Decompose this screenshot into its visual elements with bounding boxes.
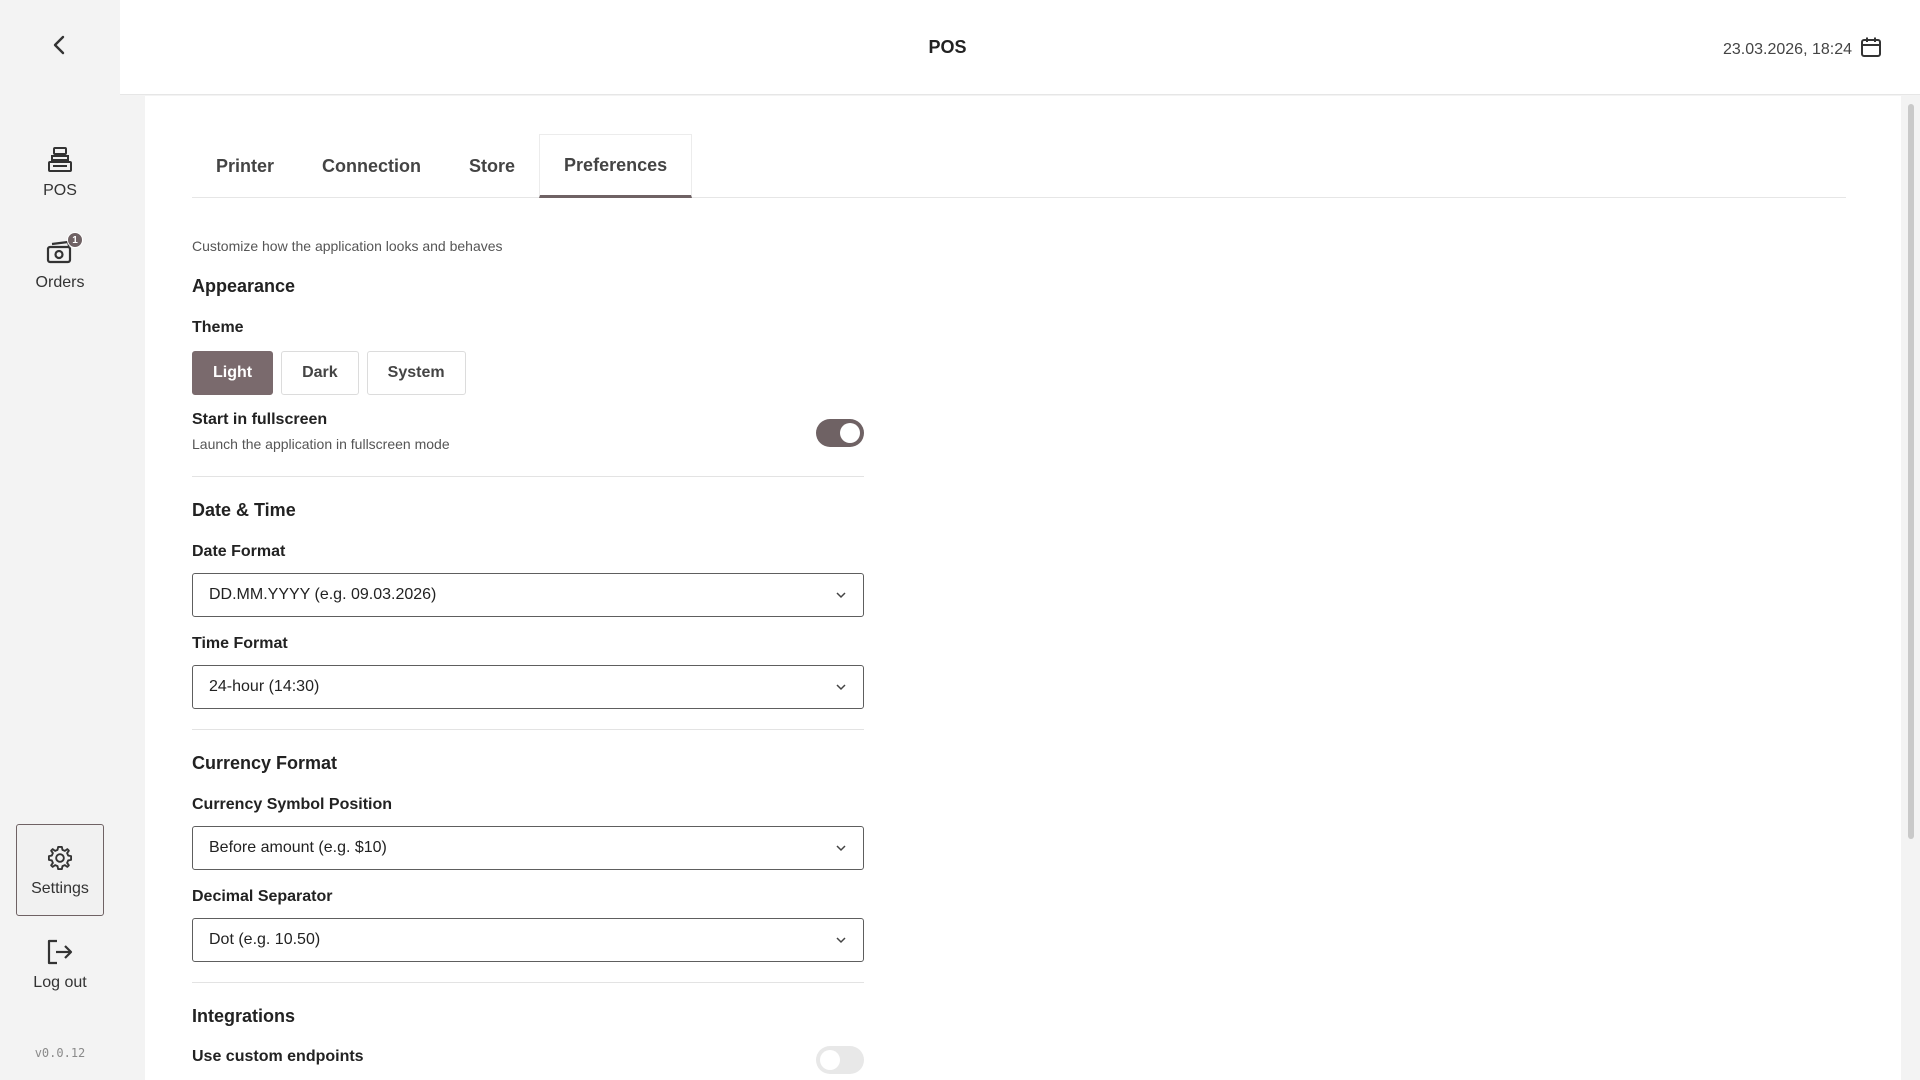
fullscreen-label: Start in fullscreen — [192, 411, 328, 428]
page-title: POS — [928, 37, 967, 57]
section-title-integrations: Integrations — [192, 1006, 296, 1026]
section-title-datetime: Date & Time — [192, 500, 296, 520]
chevron-left-icon — [48, 33, 72, 62]
sidebar-item-pos[interactable]: POS — [16, 144, 104, 200]
calendar-icon — [1860, 36, 1882, 63]
logout-icon — [45, 936, 75, 968]
chevron-down-icon — [835, 839, 847, 857]
theme-dark-button[interactable]: Dark — [281, 351, 359, 395]
chevron-down-icon — [835, 586, 847, 604]
chevron-down-icon — [835, 678, 847, 696]
datetime-text: 23.03.2026, 18:24 — [1722, 40, 1852, 58]
decimal-separator-label: Decimal Separator — [192, 888, 333, 905]
currency-symbol-position-label: Currency Symbol Position — [192, 796, 393, 813]
sidebar-item-label: Orders — [35, 274, 85, 291]
orders-icon: 1 — [45, 232, 83, 268]
orders-badge: 1 — [67, 232, 83, 248]
custom-endpoints-label: Use custom endpoints — [192, 1048, 364, 1065]
sidebar: POS 1 Orders Settings Log out v0.0.12 — [0, 0, 120, 1080]
section-title-appearance: Appearance — [192, 276, 296, 296]
theme-light-button[interactable]: Light — [192, 351, 274, 395]
time-format-value: 24-hour (14:30) — [209, 678, 320, 695]
theme-toggle-group: Light Dark System — [192, 351, 466, 395]
app-version: v0.0.12 — [34, 1046, 86, 1060]
decimal-separator-value: Dot (e.g. 10.50) — [209, 931, 321, 948]
sidebar-item-settings[interactable]: Settings — [16, 824, 104, 916]
register-icon — [47, 144, 73, 176]
settings-tabs: Printer Connection Store Preferences — [192, 134, 1846, 198]
tab-preferences[interactable]: Preferences — [539, 134, 693, 198]
currency-symbol-position-value: Before amount (e.g. $10) — [209, 839, 387, 856]
date-format-select[interactable]: DD.MM.YYYY (e.g. 09.03.2026) — [192, 573, 864, 617]
chevron-down-icon — [835, 931, 847, 949]
sidebar-item-logout[interactable]: Log out — [16, 936, 104, 992]
sidebar-item-orders[interactable]: 1 Orders — [16, 232, 104, 292]
preferences-subtitle: Customize how the application looks and … — [192, 238, 503, 254]
header-datetime[interactable]: 23.03.2026, 18:24 — [1723, 36, 1882, 63]
sidebar-item-label: POS — [43, 182, 77, 199]
scrollbar[interactable] — [1906, 96, 1916, 1080]
date-format-label: Date Format — [192, 543, 286, 560]
fullscreen-help: Launch the application in fullscreen mod… — [192, 436, 450, 452]
divider — [192, 982, 864, 983]
fullscreen-toggle[interactable] — [816, 419, 864, 447]
tab-printer[interactable]: Printer — [192, 134, 298, 198]
theme-label: Theme — [192, 319, 244, 336]
section-title-currency: Currency Format — [192, 753, 338, 773]
decimal-separator-select[interactable]: Dot (e.g. 10.50) — [192, 918, 864, 962]
date-format-value: DD.MM.YYYY (e.g. 09.03.2026) — [209, 586, 437, 603]
tab-connection[interactable]: Connection — [298, 134, 445, 198]
currency-symbol-position-select[interactable]: Before amount (e.g. $10) — [192, 826, 864, 870]
scrollbar-thumb[interactable] — [1908, 104, 1914, 839]
tab-store[interactable]: Store — [445, 134, 539, 198]
divider — [192, 729, 864, 730]
back-button[interactable] — [0, 0, 120, 95]
time-format-select[interactable]: 24-hour (14:30) — [192, 665, 864, 709]
gear-icon — [46, 842, 74, 874]
sidebar-item-label: Log out — [33, 974, 87, 991]
toggle-knob — [820, 1050, 840, 1070]
header: POS 23.03.2026, 18:24 — [120, 0, 1920, 95]
toggle-knob — [840, 423, 860, 443]
time-format-label: Time Format — [192, 635, 288, 652]
theme-system-button[interactable]: System — [366, 351, 466, 395]
sidebar-item-label: Settings — [31, 880, 89, 897]
custom-endpoints-toggle[interactable] — [816, 1046, 864, 1074]
divider — [192, 476, 864, 477]
